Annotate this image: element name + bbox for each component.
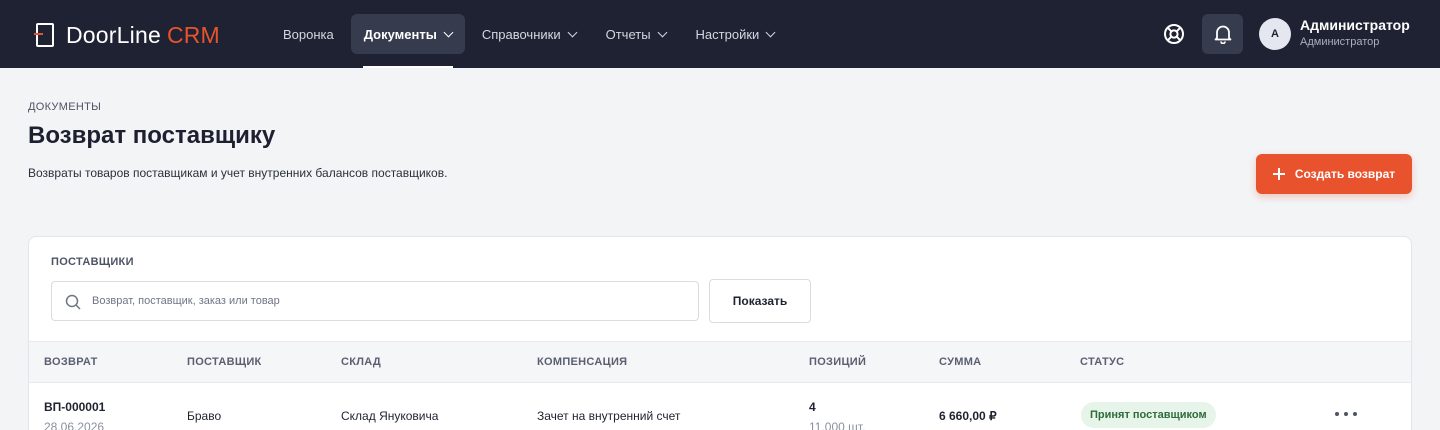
nav-item-documents[interactable]: Документы — [350, 14, 465, 68]
table-row[interactable]: ВП-000001 28.06.2026 Браво Склад Янукови… — [29, 383, 1411, 430]
nav-item-label: Справочники — [481, 26, 561, 42]
chevron-down-icon — [765, 27, 776, 37]
nav-item-settings[interactable]: Настройки — [683, 14, 788, 54]
return-number[interactable]: ВП-000001 — [44, 400, 105, 414]
avatar[interactable]: А — [1259, 18, 1291, 50]
warehouse-cell: Склад Януковича — [341, 409, 439, 423]
column-header-amount[interactable]: СУММА — [939, 356, 981, 368]
column-header-return[interactable]: ВОЗВРАТ — [44, 356, 98, 368]
chevron-down-icon — [443, 27, 454, 37]
user-role: Администратор — [1300, 36, 1380, 48]
column-header-warehouse[interactable]: СКЛАД — [341, 356, 381, 368]
search-icon — [65, 294, 81, 310]
nav-item-funnel[interactable]: Воронка — [270, 14, 347, 54]
app-name-accent: CRM — [166, 21, 220, 48]
amount-cell: 6 660,00 ₽ — [939, 409, 997, 423]
dot — [1335, 412, 1339, 416]
positions-count: 4 — [809, 400, 816, 414]
column-header-compensation[interactable]: КОМПЕНСАЦИЯ — [537, 356, 627, 368]
search-input[interactable] — [92, 282, 692, 320]
positions-quantity: 11,000 шт. — [809, 420, 866, 430]
row-actions-menu-icon[interactable] — [1335, 407, 1357, 421]
breadcrumb: ДОКУМЕНТЫ — [28, 101, 102, 113]
compensation-cell: Зачет на внутренний счет — [537, 409, 681, 423]
column-header-supplier[interactable]: ПОСТАВЩИК — [187, 356, 262, 368]
user-name[interactable]: Администратор — [1300, 17, 1410, 33]
bell-icon — [1214, 25, 1231, 44]
search-field[interactable] — [51, 281, 699, 321]
dot — [1353, 412, 1357, 416]
supplier-cell: Браво — [187, 409, 222, 423]
filter-label: ПОСТАВЩИКИ — [51, 256, 134, 268]
nav-item-label: Документы — [363, 26, 437, 42]
nav-item-label: Воронка — [283, 26, 334, 42]
page-description: Возвраты товаров поставщикам и учет внут… — [28, 166, 448, 180]
door-logo-icon — [34, 23, 54, 47]
create-return-label: Создать возврат — [1294, 167, 1396, 181]
chevron-down-icon — [657, 27, 667, 37]
nav-item-label: Настройки — [695, 26, 760, 42]
chevron-down-icon — [567, 27, 578, 37]
top-navigation-bar: DoorLine CRM Воронка Документы Справочни… — [0, 0, 1440, 68]
plus-icon — [1272, 168, 1285, 180]
lifebuoy-icon[interactable] — [1162, 22, 1186, 46]
column-header-status[interactable]: СТАТУС — [1080, 356, 1124, 368]
returns-card: ПОСТАВЩИКИ Показать ВОЗВРАТ ПОСТАВЩИК СК… — [28, 236, 1412, 430]
status-badge: Принят поставщиком — [1081, 402, 1216, 428]
create-return-button[interactable]: Создать возврат — [1256, 154, 1412, 194]
main-menu: Воронка Документы Справочники Отчеты Нас… — [270, 14, 791, 68]
notifications-button[interactable] — [1202, 14, 1243, 54]
return-date: 28.06.2026 — [44, 420, 105, 430]
nav-item-label: Отчеты — [605, 26, 651, 42]
page-title: Возврат поставщику — [28, 122, 276, 149]
nav-item-reports[interactable]: Отчеты — [593, 14, 679, 54]
app-name: DoorLine — [66, 21, 161, 48]
dot — [1344, 412, 1348, 416]
app-logo[interactable]: DoorLine CRM — [34, 21, 220, 48]
show-button[interactable]: Показать — [709, 279, 811, 323]
table-header: ВОЗВРАТ ПОСТАВЩИК СКЛАД КОМПЕНСАЦИЯ ПОЗИ… — [29, 341, 1411, 383]
nav-item-references[interactable]: Справочники — [469, 14, 589, 54]
column-header-positions[interactable]: ПОЗИЦИЙ — [809, 356, 866, 368]
